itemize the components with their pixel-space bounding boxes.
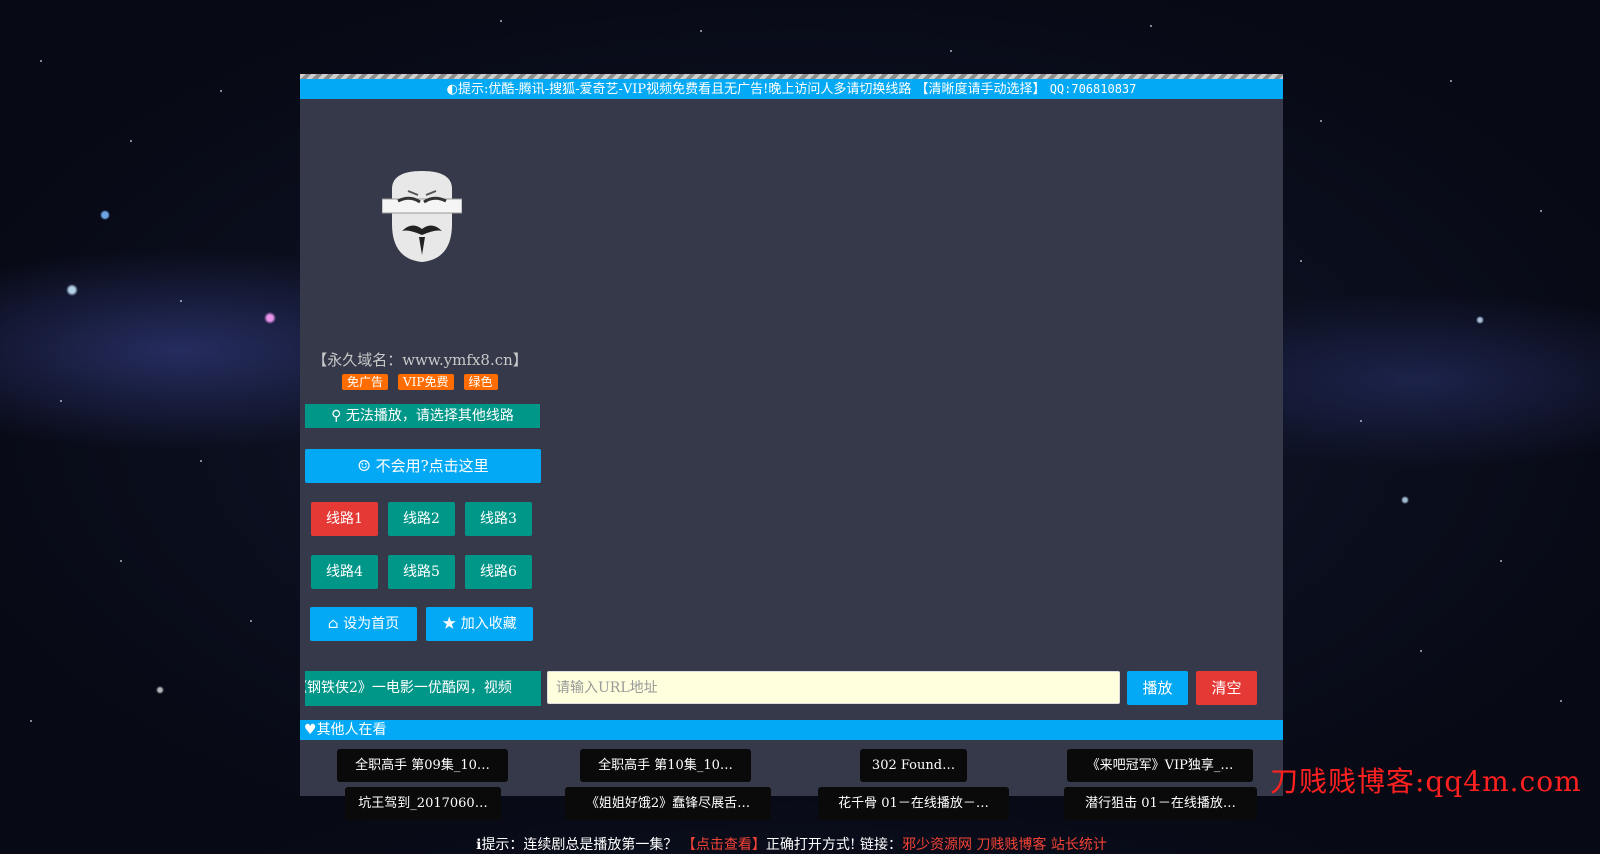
notice-bar: ◐提示:优酷-腾讯-搜狐-爱奇艺-VIP视频免费看且无广告!晚上访问人多请切换线… [300,79,1283,99]
clear-button[interactable]: 清空 [1196,671,1257,705]
add-favorite-button[interactable]: ★ 加入收藏 [426,607,533,641]
watch-link-2[interactable]: 全职高手 第10集_10… [580,749,751,782]
smile-icon: ☺ [357,457,371,475]
url-input[interactable] [547,671,1120,704]
notice-highlight: 【清晰度请手动选择】 [915,82,1046,97]
watch-link-3[interactable]: 302 Found… [860,749,967,782]
others-watching-header: ♥其他人在看 [300,720,1283,740]
route-4-button[interactable]: 线路4 [311,555,378,589]
help-button-label: 不会用?点击这里 [375,457,489,475]
help-button[interactable]: ☺ 不会用?点击这里 [305,449,541,483]
error-notice-text: 无法播放，请选择其他线路 [345,408,514,424]
now-playing-marquee: 放一《钢铁侠2》一电影一优酷网，视频 [305,671,541,706]
permanent-domain: 【永久域名：www.ymfx8.cn】 [312,351,528,369]
others-header-label: 其他人在看 [316,722,387,738]
add-favorite-label: 加入收藏 [460,616,517,632]
route-5-button[interactable]: 线路5 [388,555,455,589]
guy-fawkes-mask-logo [382,171,462,262]
tag-vip-free: VIP免费 [398,374,454,390]
error-notice: ⚲ 无法播放，请选择其他线路 [305,404,540,428]
feature-tags: 免广告 VIP免费 绿色 [342,371,508,390]
footer-link-stats[interactable]: 站长统计 [1051,837,1107,853]
route-2-button[interactable]: 线路2 [388,502,455,536]
marquee-text: 放一《钢铁侠2》一电影一优酷网，视频 [305,680,512,696]
route-3-button[interactable]: 线路3 [465,502,532,536]
location-pin-icon: ⚲ [331,408,342,424]
watch-link-7[interactable]: 花千骨 01－在线播放－… [818,787,1009,820]
watermark: 刀贱贱博客:qq4m.com [1270,765,1582,798]
star-icon: ★ [442,616,457,632]
home-icon: ⌂ [327,616,339,632]
footer-tip: 提示：连续剧总是播放第一集？ [481,837,678,853]
footer-link-resource[interactable]: 邪少资源网 [902,837,972,853]
watch-link-8[interactable]: 潜行狙击 01－在线播放… [1064,787,1257,820]
heart-icon: ♥ [304,722,317,738]
notice-qq: QQ:706810837 [1049,82,1137,96]
footer: ℹ提示：连续剧总是播放第一集？ 【点击查看】正确打开方式! 链接：邪少资源网 刀… [300,834,1283,854]
footer-method: 正确打开方式! [765,837,856,853]
set-home-button[interactable]: ⌂ 设为首页 [310,607,417,641]
watch-link-4[interactable]: 《来吧冠军》VIP独享_… [1067,749,1253,782]
footer-link-blog[interactable]: 刀贱贱博客 [976,837,1046,853]
route-1-button[interactable]: 线路1 [311,502,378,536]
links-label: 链接： [859,837,902,853]
tag-no-ads: 免广告 [342,374,389,390]
tag-green: 绿色 [463,374,498,390]
watch-link-6[interactable]: 《姐姐好饿2》蠢锋尽展舌… [565,787,771,820]
info-icon: ◐ [446,82,458,97]
main-panel: ◐提示:优酷-腾讯-搜狐-爱奇艺-VIP视频免费看且无广告!晚上访问人多请切换线… [300,74,1283,853]
route-6-button[interactable]: 线路6 [465,555,532,589]
notice-text: 提示:优酷-腾讯-搜狐-爱奇艺-VIP视频免费看且无广告!晚上访问人多请切换线路 [457,82,912,97]
play-button[interactable]: 播放 [1127,671,1188,705]
set-home-label: 设为首页 [343,616,400,632]
watch-link-5[interactable]: 坑王驾到_2017060… [345,787,501,820]
watch-link-1[interactable]: 全职高手 第09集_10… [337,749,508,782]
check-link[interactable]: 【点击查看】 [682,837,766,853]
